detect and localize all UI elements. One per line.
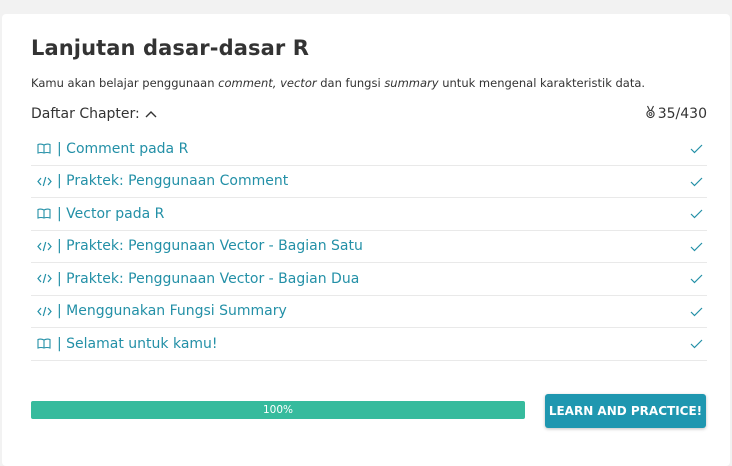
- chapter-item-label: | Selamat untuk kamu!: [57, 335, 218, 352]
- chapter-header: Daftar Chapter: 35/430: [31, 103, 707, 125]
- progress-fill: 100%: [31, 401, 525, 419]
- chapter-item-label: | Praktek: Penggunaan Comment: [57, 173, 289, 190]
- chapter-item-link[interactable]: | Menggunakan Fungsi Summary: [31, 303, 287, 319]
- chapter-item-link[interactable]: | Praktek: Penggunaan Vector - Bagian Sa…: [31, 238, 363, 254]
- check-icon: [690, 237, 703, 256]
- check-icon: [690, 269, 703, 288]
- book-icon: [37, 338, 54, 350]
- chapter-item-label: | Menggunakan Fungsi Summary: [57, 303, 287, 320]
- code-icon: [37, 175, 54, 187]
- points-value: 35/430: [657, 106, 707, 122]
- chapter-item[interactable]: | Selamat untuk kamu!: [31, 328, 707, 361]
- book-icon: [37, 208, 54, 220]
- course-card: Lanjutan dasar-dasar R Kamu akan belajar…: [2, 14, 730, 466]
- learn-and-practice-button[interactable]: LEARN AND PRACTICE!: [545, 394, 706, 428]
- book-icon: [37, 143, 54, 155]
- description-emphasis-2: summary: [384, 76, 439, 90]
- chapter-list: | Comment pada R | Praktek: Penggunaan Co…: [31, 133, 707, 361]
- chapter-item[interactable]: | Praktek: Penggunaan Vector - Bagian Sa…: [31, 231, 707, 263]
- description-text-1: Kamu akan belajar penggunaan: [31, 76, 219, 90]
- points-counter: 35/430: [645, 105, 707, 123]
- chapter-item-label: | Praktek: Penggunaan Vector - Bagian Du…: [57, 270, 360, 287]
- check-icon: [690, 172, 703, 191]
- description-text-3: untuk mengenal karakteristik data.: [438, 76, 646, 90]
- code-icon: [37, 240, 54, 252]
- chapter-item[interactable]: | Praktek: Penggunaan Comment: [31, 166, 707, 198]
- check-icon: [690, 334, 703, 353]
- code-icon: [37, 273, 54, 285]
- check-icon: [690, 139, 703, 158]
- description-emphasis-1: comment, vector: [218, 76, 317, 90]
- check-icon: [690, 204, 703, 223]
- chapter-item-link[interactable]: | Praktek: Penggunaan Comment: [31, 173, 288, 189]
- chevron-up-icon: [145, 106, 157, 122]
- chapter-item-link[interactable]: | Comment pada R: [31, 141, 188, 157]
- progress-bar: 100%: [31, 401, 525, 419]
- chapter-item[interactable]: | Menggunakan Fungsi Summary: [31, 296, 707, 328]
- chapter-item-link[interactable]: | Vector pada R: [31, 206, 164, 222]
- course-title: Lanjutan dasar-dasar R: [31, 36, 309, 60]
- chapter-item-link[interactable]: | Selamat untuk kamu!: [31, 336, 218, 352]
- medal-icon: [645, 105, 656, 123]
- chapter-heading: Daftar Chapter:: [31, 106, 140, 122]
- course-description: Kamu akan belajar penggunaan comment, ve…: [31, 76, 645, 90]
- chapter-item[interactable]: | Praktek: Penggunaan Vector - Bagian Du…: [31, 263, 707, 296]
- chapter-item[interactable]: | Vector pada R: [31, 198, 707, 231]
- chapter-item-label: | Vector pada R: [57, 205, 165, 222]
- chapter-list-toggle[interactable]: Daftar Chapter:: [31, 106, 157, 122]
- progress-label: 100%: [262, 404, 294, 416]
- code-icon: [37, 305, 54, 317]
- description-text-2: dan fungsi: [316, 76, 385, 90]
- chapter-item[interactable]: | Comment pada R: [31, 133, 707, 166]
- chapter-item-label: | Comment pada R: [57, 140, 189, 157]
- chapter-item-link[interactable]: | Praktek: Penggunaan Vector - Bagian Du…: [31, 271, 359, 287]
- chapter-item-label: | Praktek: Penggunaan Vector - Bagian Sa…: [57, 238, 363, 255]
- check-icon: [690, 302, 703, 321]
